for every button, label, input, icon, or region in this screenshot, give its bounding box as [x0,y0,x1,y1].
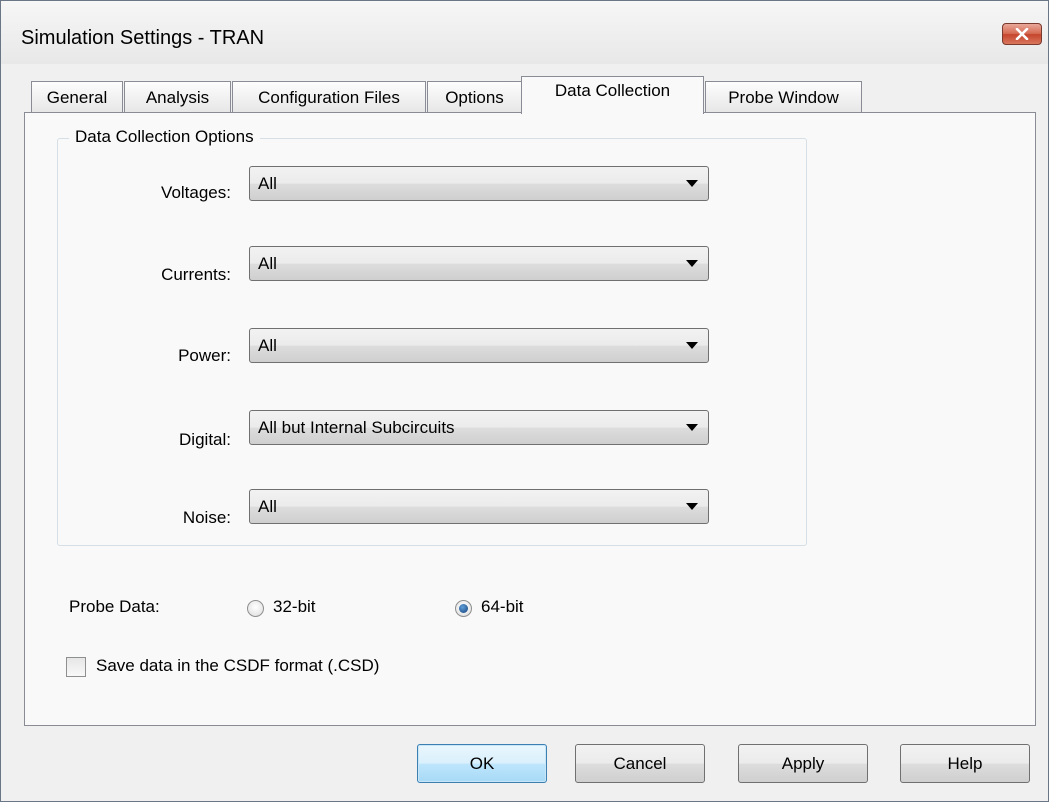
tab-probe-window[interactable]: Probe Window [705,81,862,113]
power-value: All [258,336,277,355]
window-title: Simulation Settings - TRAN [21,27,265,49]
save-csdf-label[interactable]: Save data in the CSDF format (.CSD) [96,656,379,676]
group-title: Data Collection Options [69,127,260,147]
tab-general[interactable]: General [31,81,123,113]
help-button[interactable]: Help [900,744,1030,783]
tab-label: Analysis [145,88,210,107]
noise-value: All [258,497,277,516]
tab-analysis[interactable]: Analysis [124,81,231,113]
digital-value: All but Internal Subcircuits [258,418,455,437]
currents-label: Currents: [161,265,231,284]
radio-32-bit-label[interactable]: 32-bit [273,597,316,617]
save-csdf-checkbox[interactable] [66,657,86,677]
chevron-down-icon [686,342,698,349]
chevron-down-icon [686,424,698,431]
noise-select[interactable]: All [249,489,709,524]
apply-button[interactable]: Apply [738,744,868,783]
digital-label: Digital: [179,430,231,449]
tab-label: Options [445,88,504,107]
title-bar[interactable]: Simulation Settings - TRAN [1,1,1048,64]
voltages-value: All [258,174,277,193]
noise-label: Noise: [182,508,231,527]
tab-label: Probe Window [728,88,839,107]
probe-data-label: Probe Data: [69,597,160,616]
tab-options[interactable]: Options [427,81,522,113]
power-label: Power: [178,346,231,365]
radio-64-bit[interactable] [455,600,472,617]
tab-label: General [46,88,108,107]
digital-select[interactable]: All but Internal Subcircuits [249,410,709,445]
chevron-down-icon [686,503,698,510]
chevron-down-icon [686,260,698,267]
currents-value: All [258,254,277,273]
tab-data-collection[interactable]: Data Collection [521,76,704,114]
close-button[interactable] [1002,23,1042,45]
voltages-select[interactable]: All [249,166,709,201]
currents-select[interactable]: All [249,246,709,281]
radio-selected-dot [459,604,468,613]
simulation-settings-dialog: Simulation Settings - TRAN General Analy… [0,0,1049,802]
chevron-down-icon [686,180,698,187]
close-icon [1015,28,1029,40]
radio-32-bit[interactable] [247,600,264,617]
voltages-label: Voltages: [161,183,231,202]
radio-64-bit-label[interactable]: 64-bit [481,597,524,617]
power-select[interactable]: All [249,328,709,363]
tab-configuration-files[interactable]: Configuration Files [232,81,426,113]
tab-label: Data Collection [554,81,671,100]
cancel-button[interactable]: Cancel [575,744,705,783]
tab-label: Configuration Files [258,88,400,107]
ok-button[interactable]: OK [417,744,547,783]
